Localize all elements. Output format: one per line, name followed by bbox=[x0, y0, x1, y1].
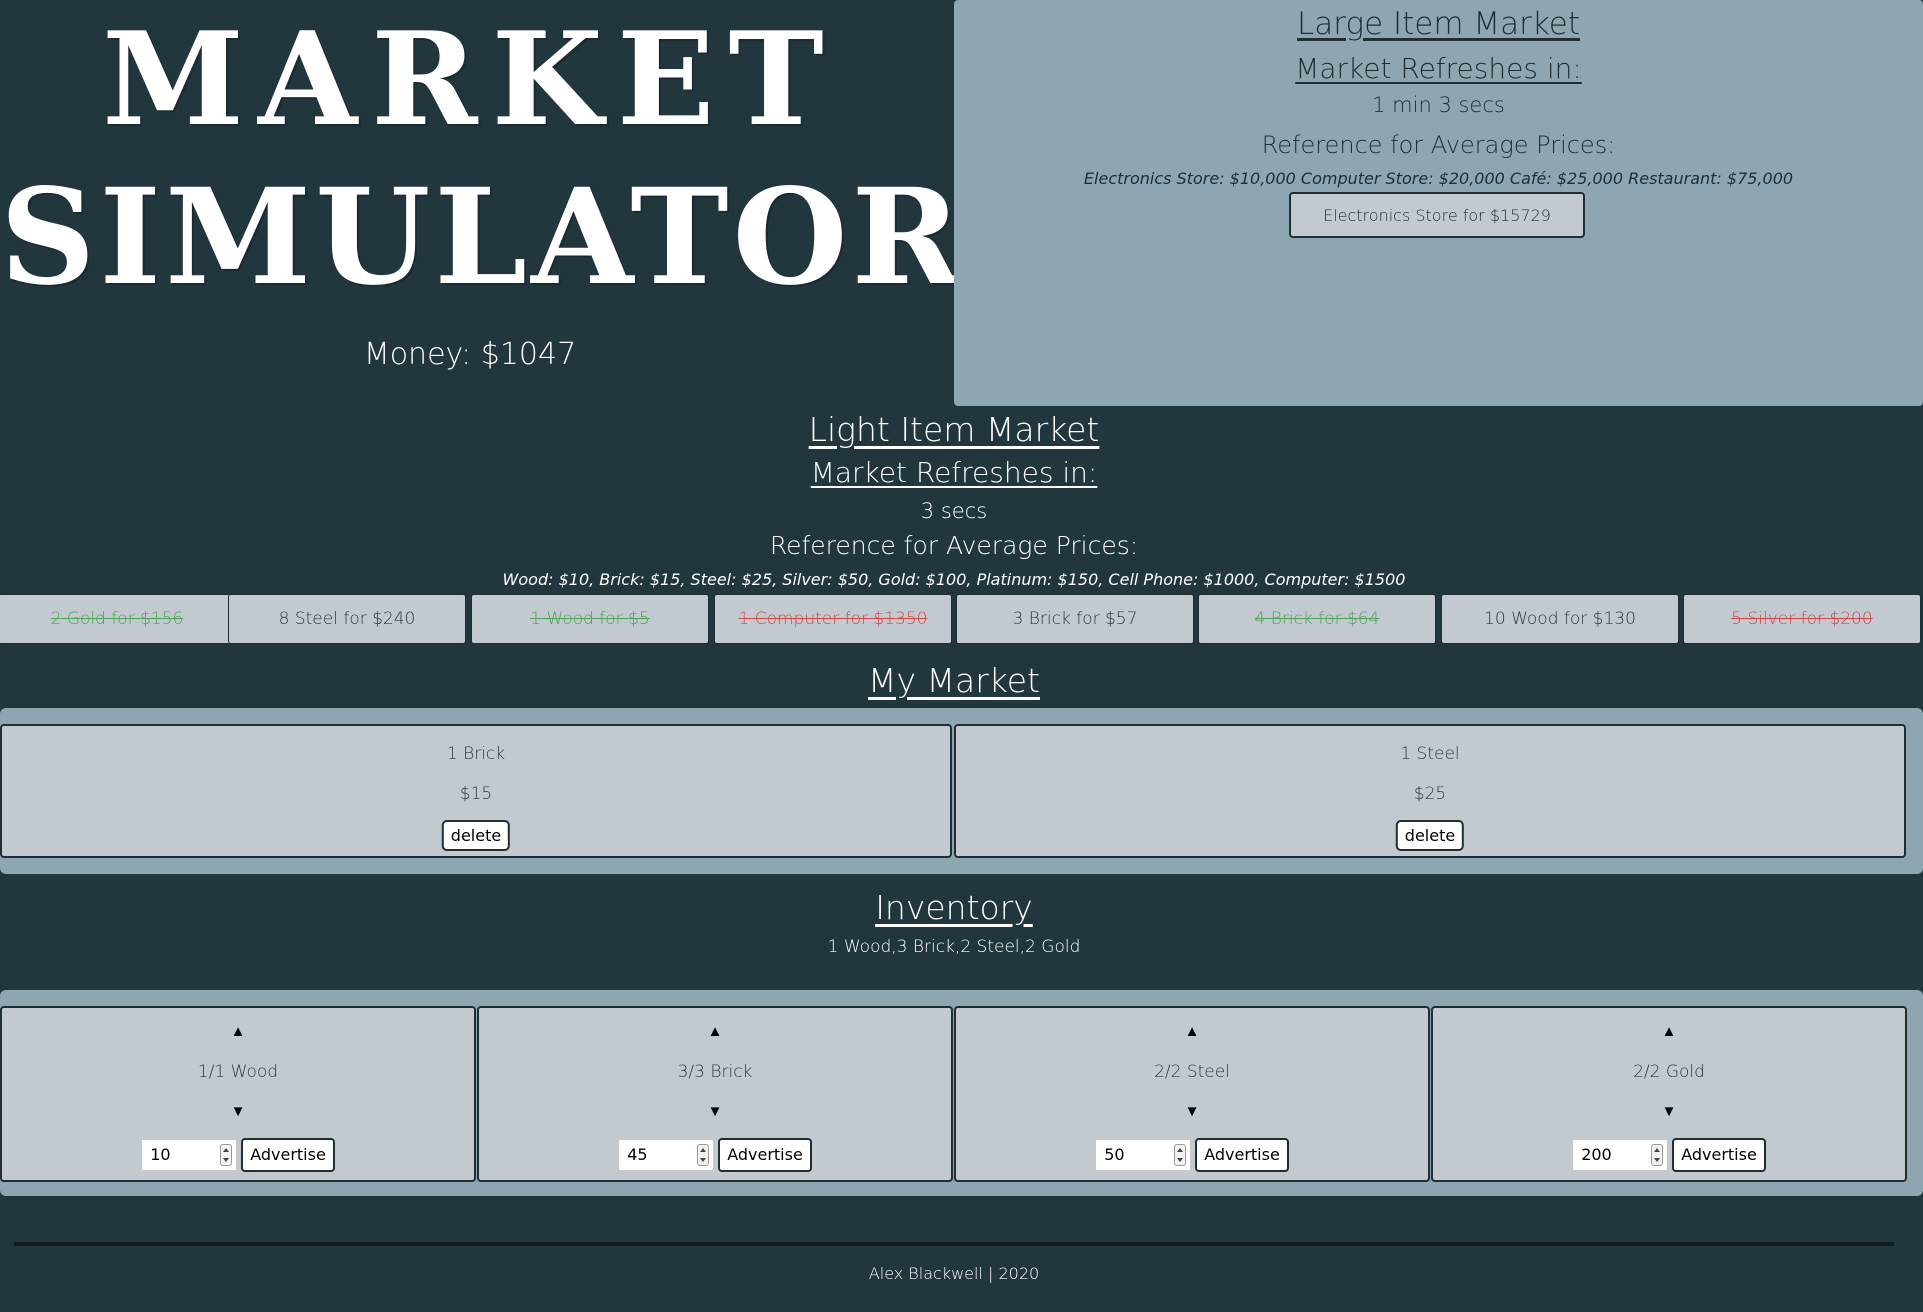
inventory-item-brick: ▲ 3/3 Brick ▼ 45 Advertise bbox=[477, 1006, 953, 1182]
light-market-reference-prices: Wood: $10, Brick: $15, Steel: $25, Silve… bbox=[502, 570, 1406, 589]
price-input-value: 45 bbox=[627, 1145, 648, 1164]
offer-button[interactable]: 4 Brick for $64 bbox=[1198, 594, 1436, 644]
delete-listing-button[interactable]: delete bbox=[1395, 820, 1465, 851]
large-market-timer: 1 min 3 secs bbox=[1372, 93, 1505, 117]
light-market-title: Light Item Market bbox=[808, 410, 1100, 449]
inventory-count: 2/2 Gold bbox=[1633, 1062, 1705, 1082]
decrease-arrow-icon[interactable]: ▼ bbox=[479, 1102, 951, 1120]
light-market-reference-label: Reference for Average Prices: bbox=[769, 531, 1139, 560]
inventory-count: 3/3 Brick bbox=[677, 1062, 753, 1082]
listing-name: 1 Brick bbox=[446, 744, 506, 764]
inventory-summary: 1 Wood,3 Brick,2 Steel,2 Gold bbox=[827, 937, 1081, 957]
increase-arrow-icon[interactable]: ▲ bbox=[2, 1022, 474, 1040]
price-input[interactable]: 10 bbox=[141, 1139, 238, 1171]
offer-button[interactable]: 8 Steel for $240 bbox=[228, 594, 466, 644]
large-market-reference-label: Reference for Average Prices: bbox=[1261, 131, 1616, 159]
offer-button[interactable]: 5 Silver for $200 bbox=[1683, 594, 1921, 644]
advertise-controls: 50 Advertise bbox=[956, 1138, 1428, 1172]
price-input[interactable]: 45 bbox=[618, 1139, 715, 1171]
advertise-button[interactable]: Advertise bbox=[1672, 1138, 1766, 1172]
offer-button[interactable]: 1 Wood for $5 bbox=[471, 594, 709, 644]
inventory-count: 1/1 Wood bbox=[197, 1062, 279, 1082]
my-market-listing: 1 Steel $25 delete bbox=[954, 724, 1906, 858]
advertise-controls: 200 Advertise bbox=[1433, 1138, 1905, 1172]
price-input[interactable]: 200 bbox=[1572, 1139, 1669, 1171]
offer-button[interactable]: 2 Gold for $156 bbox=[0, 594, 236, 644]
price-input-value: 10 bbox=[150, 1145, 171, 1164]
my-market-listing: 1 Brick $15 delete bbox=[0, 724, 952, 858]
my-market-panel: 1 Brick $15 delete 1 Steel $25 delete bbox=[0, 708, 1923, 874]
decrease-arrow-icon[interactable]: ▼ bbox=[2, 1102, 474, 1120]
title-line-simulator: SIMULATOR bbox=[0, 160, 966, 315]
offer-button[interactable]: 3 Brick for $57 bbox=[956, 594, 1194, 644]
increase-arrow-icon[interactable]: ▲ bbox=[956, 1022, 1428, 1040]
advertise-button[interactable]: Advertise bbox=[718, 1138, 812, 1172]
large-market-title: Large Item Market bbox=[1297, 6, 1580, 42]
inventory-item-steel: ▲ 2/2 Steel ▼ 50 Advertise bbox=[954, 1006, 1430, 1182]
listing-price: $15 bbox=[459, 784, 493, 804]
increase-arrow-icon[interactable]: ▲ bbox=[1433, 1022, 1905, 1040]
inventory-item-wood: ▲ 1/1 Wood ▼ 10 Advertise bbox=[0, 1006, 476, 1182]
money-display: Money: $1047 bbox=[363, 337, 577, 372]
spinner-icon[interactable] bbox=[220, 1144, 233, 1166]
advertise-controls: 10 Advertise bbox=[2, 1138, 474, 1172]
page: MARKET SIMULATOR Money: $1047 Large Item… bbox=[0, 0, 1923, 1312]
inventory-item-gold: ▲ 2/2 Gold ▼ 200 Advertise bbox=[1431, 1006, 1907, 1182]
footer-credit: Alex Blackwell | 2020 bbox=[868, 1264, 1040, 1283]
spinner-icon[interactable] bbox=[1174, 1144, 1187, 1166]
advertise-button[interactable]: Advertise bbox=[241, 1138, 335, 1172]
light-market-refresh-label: Market Refreshes in: bbox=[810, 456, 1098, 489]
my-market-title: My Market bbox=[868, 661, 1040, 700]
light-market-timer: 3 secs bbox=[920, 499, 988, 523]
header: MARKET SIMULATOR Money: $1047 bbox=[0, 0, 966, 408]
spinner-icon[interactable] bbox=[697, 1144, 710, 1166]
listing-name: 1 Steel bbox=[1400, 744, 1460, 764]
advertise-button[interactable]: Advertise bbox=[1195, 1138, 1289, 1172]
inventory-panel: ▲ 1/1 Wood ▼ 10 Advertise ▲ 3/3 Brick ▼ … bbox=[0, 990, 1923, 1196]
spinner-icon[interactable] bbox=[1651, 1144, 1664, 1166]
decrease-arrow-icon[interactable]: ▼ bbox=[956, 1102, 1428, 1120]
offer-button[interactable]: 10 Wood for $130 bbox=[1441, 594, 1679, 644]
price-input-value: 200 bbox=[1581, 1145, 1612, 1164]
increase-arrow-icon[interactable]: ▲ bbox=[479, 1022, 951, 1040]
buy-electronics-store-button[interactable]: Electronics Store for $15729 bbox=[1289, 192, 1585, 238]
large-market-reference-prices: Electronics Store: $10,000 Computer Stor… bbox=[1083, 169, 1794, 188]
title-line-market: MARKET bbox=[102, 5, 838, 155]
delete-listing-button[interactable]: delete bbox=[441, 820, 511, 851]
price-input[interactable]: 50 bbox=[1095, 1139, 1192, 1171]
advertise-controls: 45 Advertise bbox=[479, 1138, 951, 1172]
inventory-title: Inventory bbox=[875, 888, 1033, 927]
price-input-value: 50 bbox=[1104, 1145, 1125, 1164]
offer-button[interactable]: 1 Computer for $1350 bbox=[714, 594, 952, 644]
large-item-market-panel: Large Item Market Market Refreshes in: 1… bbox=[954, 0, 1923, 406]
listing-price: $25 bbox=[1413, 784, 1447, 804]
decrease-arrow-icon[interactable]: ▼ bbox=[1433, 1102, 1905, 1120]
footer-divider bbox=[14, 1242, 1894, 1246]
large-market-refresh-label: Market Refreshes in: bbox=[1295, 52, 1582, 85]
light-market-offers: 2 Gold for $156 8 Steel for $240 1 Wood … bbox=[0, 594, 1923, 644]
inventory-count: 2/2 Steel bbox=[1154, 1062, 1230, 1082]
